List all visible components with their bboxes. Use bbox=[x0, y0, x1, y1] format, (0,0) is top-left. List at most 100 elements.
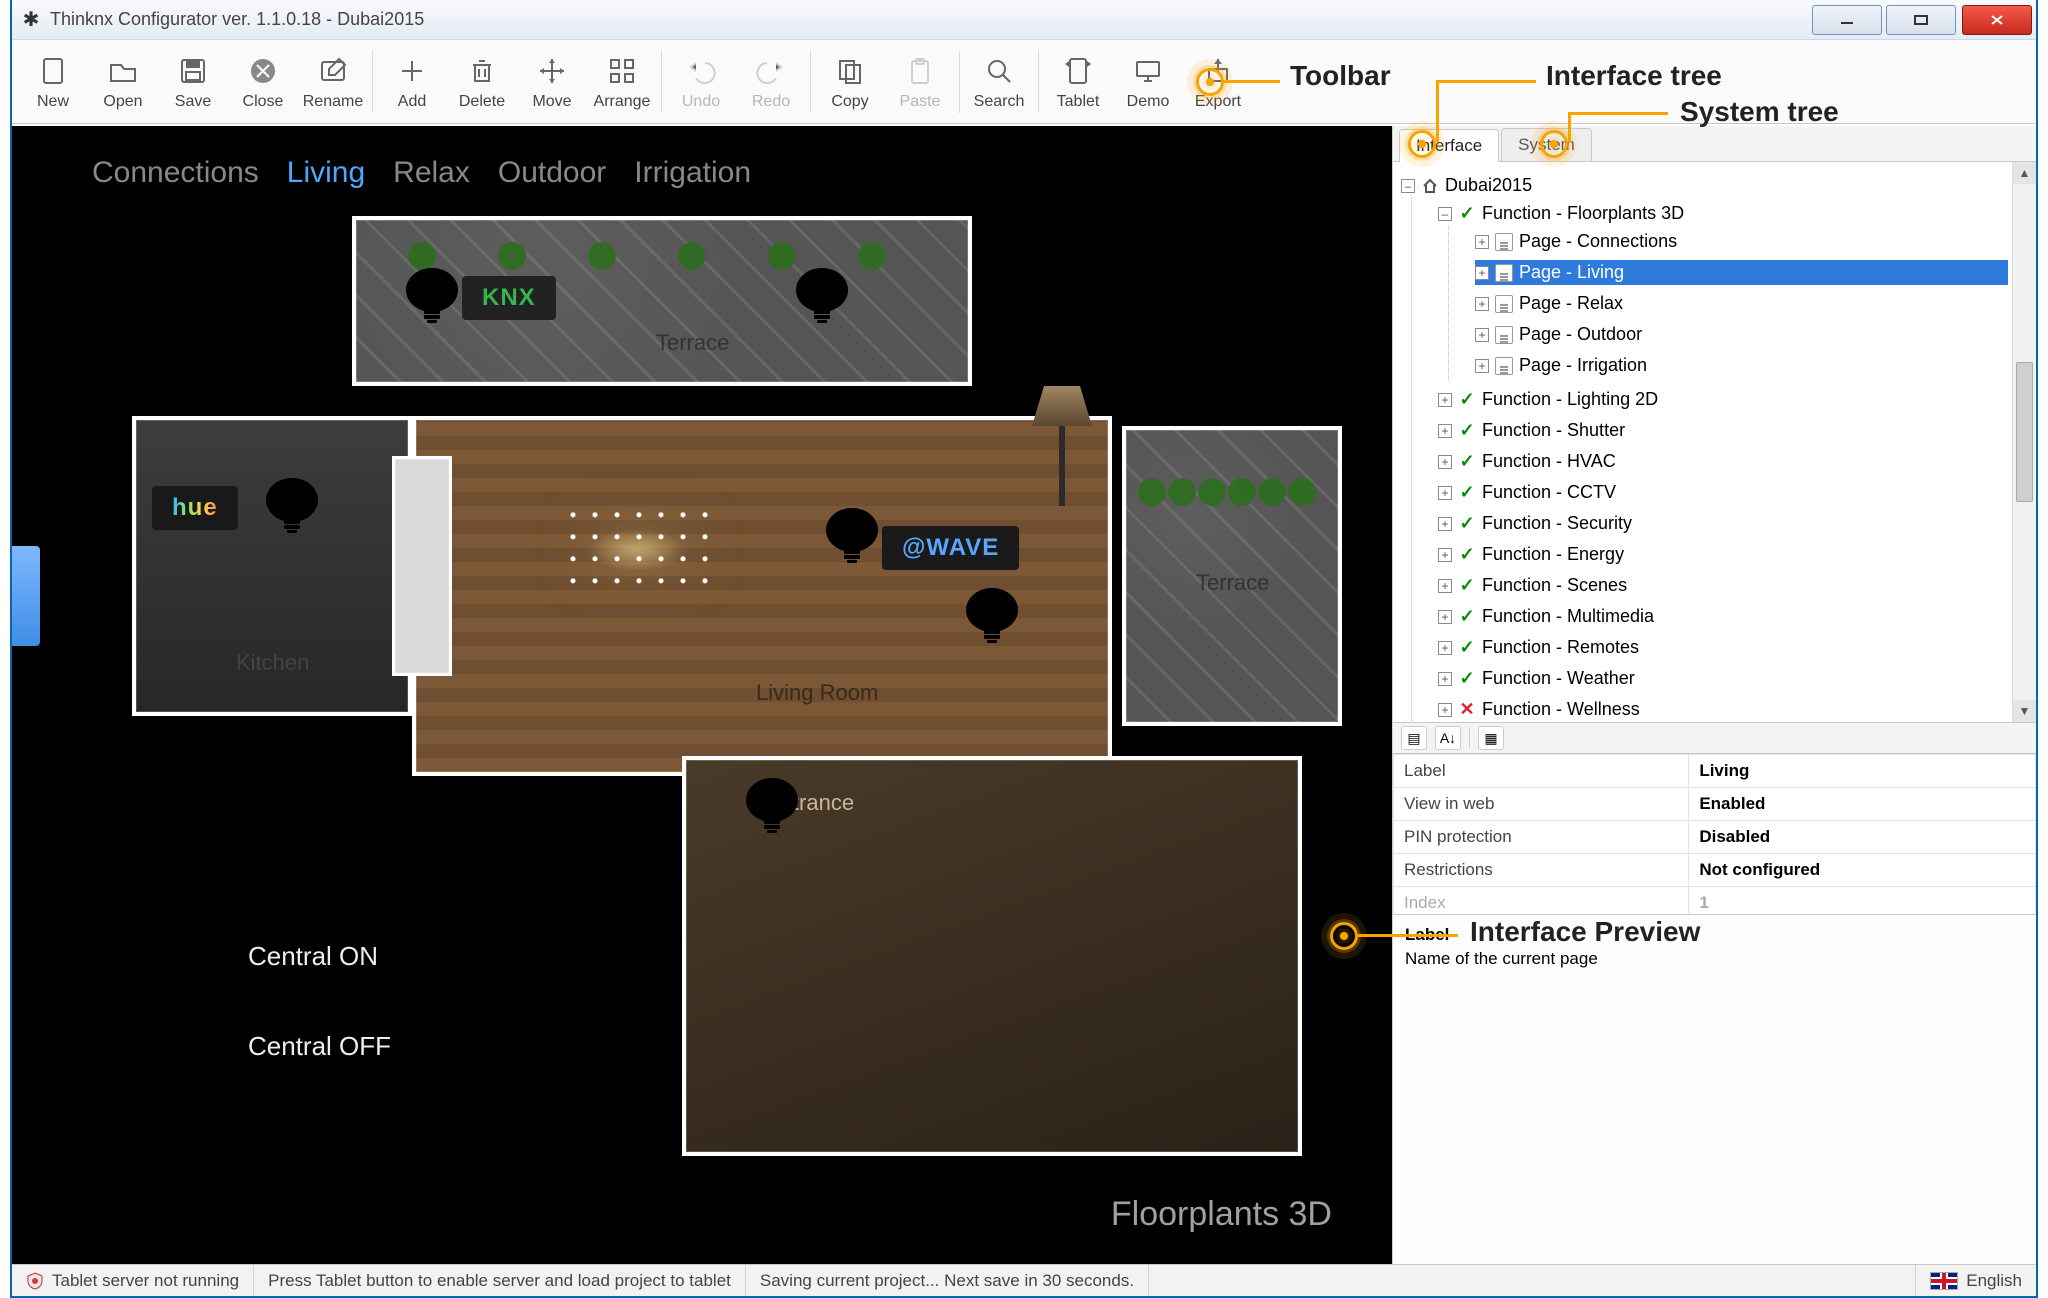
redo-button: Redo bbox=[736, 44, 806, 119]
move-button[interactable]: Move bbox=[517, 44, 587, 119]
tree-item[interactable]: +✓Function - HVAC bbox=[1438, 449, 2008, 474]
interface-tree[interactable]: –Dubai2015 –✓Function - Floorplants 3D +Pa… bbox=[1393, 162, 2012, 722]
central-on-row[interactable]: Central ON bbox=[152, 926, 378, 986]
window-close-button[interactable] bbox=[1962, 5, 2032, 35]
status-language[interactable]: English bbox=[1915, 1265, 2036, 1296]
tree-expander[interactable]: – bbox=[1401, 179, 1415, 193]
tree-expander[interactable]: + bbox=[1475, 297, 1489, 311]
redo-icon bbox=[753, 53, 789, 89]
bulb-entrance[interactable] bbox=[742, 776, 802, 836]
tree-expander[interactable]: + bbox=[1438, 424, 1452, 438]
tree-expander[interactable]: + bbox=[1438, 641, 1452, 655]
bulb-terrace-right[interactable] bbox=[792, 266, 852, 326]
page-tab-living[interactable]: Living bbox=[287, 156, 365, 190]
tree-expander[interactable]: + bbox=[1438, 703, 1452, 717]
save-button[interactable]: Save bbox=[158, 44, 228, 119]
property-value[interactable]: Living bbox=[1689, 755, 2036, 788]
arrange-button[interactable]: Arrange bbox=[587, 44, 657, 119]
tree-item[interactable]: +✕Function - Wellness bbox=[1438, 697, 2008, 722]
tree-label: Function - Wellness bbox=[1482, 699, 1640, 720]
tree-item[interactable]: +Page - Living bbox=[1475, 260, 2008, 285]
toolbar-label: Copy bbox=[831, 93, 868, 111]
open-button[interactable]: Open bbox=[88, 44, 158, 119]
bulb-terrace-left[interactable] bbox=[402, 266, 462, 326]
page-tab-relax[interactable]: Relax bbox=[393, 156, 470, 190]
property-row[interactable]: View in webEnabled bbox=[1394, 788, 2036, 821]
tree-item[interactable]: +✓Function - Weather bbox=[1438, 666, 2008, 691]
window-minimize-button[interactable] bbox=[1812, 5, 1882, 35]
rename-button[interactable]: Rename bbox=[298, 44, 368, 119]
prop-pages-button[interactable]: ▦ bbox=[1478, 726, 1504, 750]
left-accent-handle[interactable] bbox=[12, 546, 40, 646]
tree-expander[interactable]: + bbox=[1438, 517, 1452, 531]
window-maximize-button[interactable] bbox=[1886, 5, 1956, 35]
badge-knx[interactable]: KNX bbox=[462, 276, 556, 320]
page-tab-connections[interactable]: Connections bbox=[92, 156, 259, 190]
property-value[interactable]: 1 bbox=[1689, 887, 2036, 915]
move-icon bbox=[534, 53, 570, 89]
rename-icon bbox=[315, 53, 351, 89]
tree-item[interactable]: +✓Function - Lighting 2D bbox=[1438, 387, 2008, 412]
close-button[interactable]: Close bbox=[228, 44, 298, 119]
page-tab-irrigation[interactable]: Irrigation bbox=[634, 156, 751, 190]
tree-item[interactable]: –✓Function - Floorplants 3D bbox=[1438, 201, 2008, 226]
tree-item[interactable]: +✓Function - Remotes bbox=[1438, 635, 2008, 660]
tree-expander[interactable]: + bbox=[1438, 672, 1452, 686]
tree-item[interactable]: –Dubai2015 bbox=[1401, 173, 2008, 198]
tree-expander[interactable]: + bbox=[1475, 328, 1489, 342]
tree-expander[interactable]: + bbox=[1438, 455, 1452, 469]
scroll-thumb[interactable] bbox=[2016, 362, 2033, 502]
tree-item[interactable]: +✓Function - Energy bbox=[1438, 542, 2008, 567]
tree-item[interactable]: +✓Function - Shutter bbox=[1438, 418, 2008, 443]
demo-button[interactable]: Demo bbox=[1113, 44, 1183, 119]
badge-hue[interactable]: hue bbox=[152, 486, 238, 530]
tree-item[interactable]: +✓Function - Scenes bbox=[1438, 573, 2008, 598]
tree-expander[interactable]: + bbox=[1438, 486, 1452, 500]
page-tab-outdoor[interactable]: Outdoor bbox=[498, 156, 606, 190]
tree-expander[interactable]: – bbox=[1438, 207, 1452, 221]
tree-item[interactable]: +✓Function - CCTV bbox=[1438, 480, 2008, 505]
badge-zwave[interactable]: @WAVE bbox=[882, 526, 1019, 570]
tree-item[interactable]: +Page - Irrigation bbox=[1475, 353, 2008, 378]
tree-item[interactable]: +Page - Connections bbox=[1475, 229, 2008, 254]
central-off-row[interactable]: Central OFF bbox=[152, 1016, 391, 1076]
tree-item[interactable]: +✓Function - Security bbox=[1438, 511, 2008, 536]
copy-button[interactable]: Copy bbox=[815, 44, 885, 119]
scroll-up-button[interactable]: ▲ bbox=[2013, 162, 2036, 184]
bulb-kitchen[interactable] bbox=[262, 476, 322, 536]
property-row[interactable]: LabelLiving bbox=[1394, 755, 2036, 788]
new-button[interactable]: New bbox=[18, 44, 88, 119]
toolbar-label: Rename bbox=[303, 93, 363, 111]
tree-expander[interactable]: + bbox=[1475, 266, 1489, 280]
property-value[interactable]: Enabled bbox=[1689, 788, 2036, 821]
prop-categorized-button[interactable]: ▤ bbox=[1401, 726, 1427, 750]
delete-button[interactable]: Delete bbox=[447, 44, 517, 119]
add-button[interactable]: Add bbox=[377, 44, 447, 119]
tree-item[interactable]: +Page - Relax bbox=[1475, 291, 2008, 316]
property-value[interactable]: Not configured bbox=[1689, 854, 2036, 887]
tree-expander[interactable]: + bbox=[1438, 579, 1452, 593]
tree-expander[interactable]: + bbox=[1438, 548, 1452, 562]
tree-scrollbar[interactable]: ▲ ▼ bbox=[2012, 162, 2036, 722]
property-row[interactable]: Index1 bbox=[1394, 887, 2036, 915]
tree-expander[interactable]: + bbox=[1438, 393, 1452, 407]
property-row[interactable]: PIN protectionDisabled bbox=[1394, 821, 2036, 854]
bulb-living[interactable] bbox=[822, 506, 882, 566]
tree-expander[interactable]: + bbox=[1438, 610, 1452, 624]
tablet-button[interactable]: Tablet bbox=[1043, 44, 1113, 119]
search-button[interactable]: Search bbox=[964, 44, 1034, 119]
bulb-living-2[interactable] bbox=[962, 586, 1022, 646]
tree-expander[interactable]: + bbox=[1475, 359, 1489, 373]
save-icon bbox=[175, 53, 211, 89]
property-row[interactable]: RestrictionsNot configured bbox=[1394, 854, 2036, 887]
prop-alpha-button[interactable]: A↓ bbox=[1435, 726, 1461, 750]
scroll-down-button[interactable]: ▼ bbox=[2013, 700, 2036, 722]
tree-item[interactable]: +Page - Outdoor bbox=[1475, 322, 2008, 347]
callout-dot-system-tree bbox=[1540, 130, 1568, 158]
tree-expander[interactable]: + bbox=[1475, 235, 1489, 249]
property-grid[interactable]: LabelLivingView in webEnabledPIN protect… bbox=[1393, 754, 2036, 914]
property-value[interactable]: Disabled bbox=[1689, 821, 2036, 854]
room-terrace-right: Terrace bbox=[1122, 426, 1342, 726]
tree-item[interactable]: +✓Function - Multimedia bbox=[1438, 604, 2008, 629]
toolbar-label: Delete bbox=[459, 93, 505, 111]
